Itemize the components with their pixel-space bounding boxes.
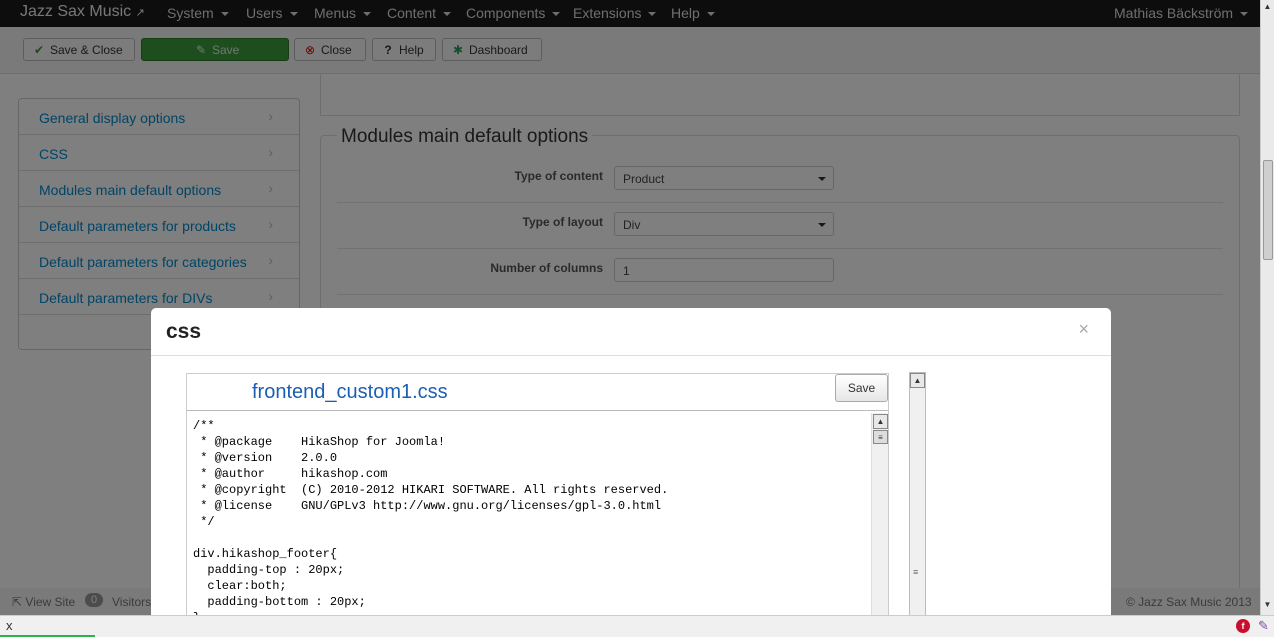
pen-icon[interactable]: ✎ xyxy=(1258,618,1269,634)
scroll-grip-icon: ≡ xyxy=(913,567,919,577)
modal-close-button[interactable]: × xyxy=(1078,319,1089,340)
flash-icon[interactable]: f xyxy=(1236,619,1250,633)
window-scrollbar[interactable]: ▲ ▼ xyxy=(1260,0,1274,615)
status-close-button[interactable]: x xyxy=(6,618,13,633)
css-modal: css × frontend_custom1.css Save /** * @p… xyxy=(151,308,1111,615)
file-name: frontend_custom1.css xyxy=(252,381,448,403)
code-scrollbar[interactable]: ▲ ≡ xyxy=(871,413,888,615)
modal-title: css xyxy=(166,320,202,343)
file-header: frontend_custom1.css Save xyxy=(187,374,888,411)
code-textarea[interactable]: /** * @package HikaShop for Joomla! * @v… xyxy=(189,414,870,615)
scroll-thumb[interactable] xyxy=(1263,160,1273,260)
modal-header: css × xyxy=(151,308,1111,356)
modal-scrollbar[interactable]: ▲ ≡ xyxy=(909,372,926,615)
scroll-thumb[interactable]: ≡ xyxy=(873,430,888,444)
browser-status-bar: x f ✎ xyxy=(0,615,1274,637)
scroll-up-icon[interactable]: ▲ xyxy=(1262,2,1273,13)
scroll-down-icon[interactable]: ▼ xyxy=(1262,600,1273,611)
file-save-button[interactable]: Save xyxy=(835,374,888,402)
scroll-up-icon[interactable]: ▲ xyxy=(910,373,925,388)
css-editor: frontend_custom1.css Save /** * @package… xyxy=(186,373,889,615)
scroll-up-icon[interactable]: ▲ xyxy=(873,414,888,429)
